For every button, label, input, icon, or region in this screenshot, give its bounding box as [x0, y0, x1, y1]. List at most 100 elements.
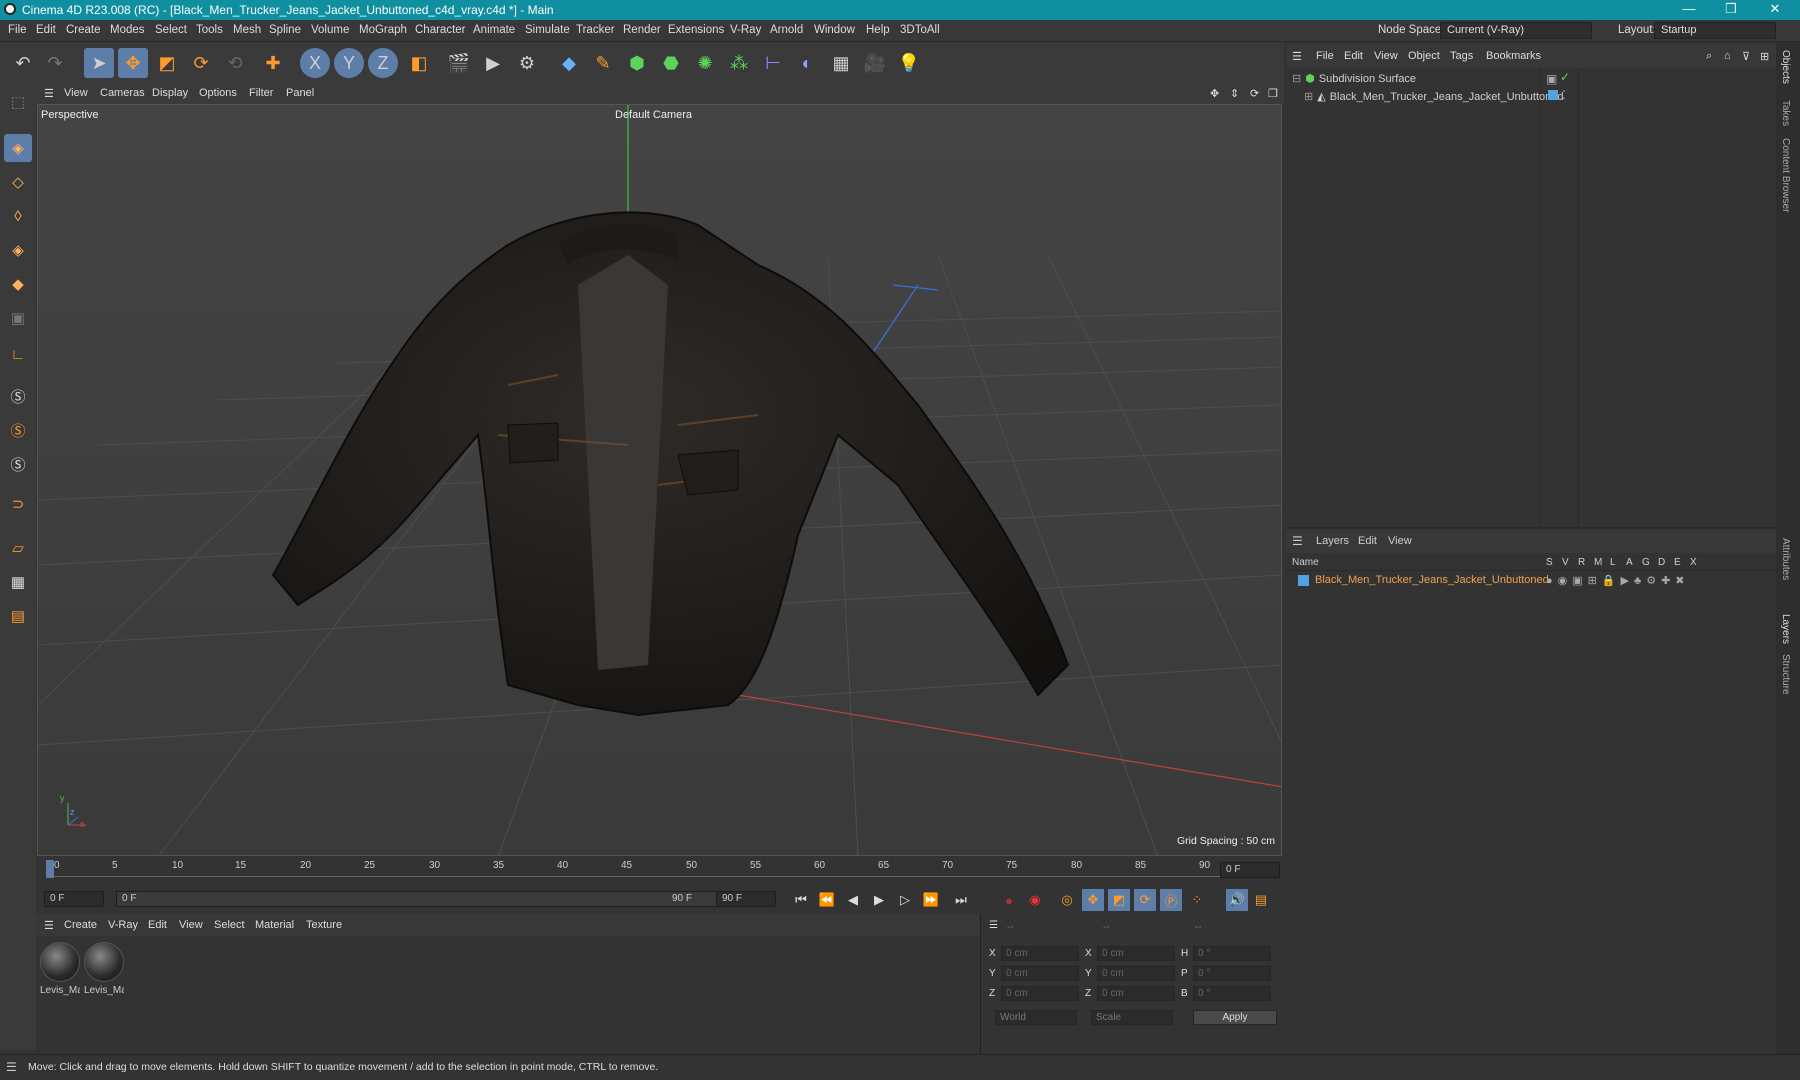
menu-vray[interactable]: V-Ray [730, 24, 761, 36]
menu-arnold[interactable]: Arnold [770, 24, 803, 36]
mat-menu-texture[interactable]: Texture [306, 919, 342, 931]
key-param-icon[interactable]: Ⓟ [1160, 889, 1182, 911]
make-editable-icon[interactable]: ⬚ [4, 88, 32, 116]
mat-menu-vray[interactable]: V-Ray [108, 919, 138, 931]
prev-key-icon[interactable]: ⏪ [816, 889, 838, 911]
layer-hamburger-icon[interactable]: ☰ [1292, 534, 1303, 548]
render-settings-icon[interactable]: ⚙ [512, 48, 542, 78]
uv-mode-icon[interactable]: ▣ [4, 304, 32, 332]
menu-tools[interactable]: Tools [196, 24, 223, 36]
edges-mode-icon[interactable]: ◈ [4, 236, 32, 264]
move-icon[interactable]: ✥ [118, 48, 148, 78]
camera-icon[interactable]: 🎥 [860, 48, 890, 78]
vp-menu-filter[interactable]: Filter [249, 87, 273, 99]
obj-menu-bookmarks[interactable]: Bookmarks [1486, 50, 1541, 62]
cube-icon[interactable]: ◆ [554, 48, 584, 78]
coordinate-system-icon[interactable]: ◧ [404, 48, 434, 78]
new-panel-icon[interactable]: ⊞ [1760, 50, 1769, 63]
object-row[interactable]: ⊞ ◭ Black_Men_Trucker_Jeans_Jacket_Unbut… [1304, 90, 1563, 104]
go-start-icon[interactable]: ⏮ [790, 889, 812, 911]
material-swatch[interactable]: Levis_Ma [40, 942, 80, 996]
size-z-field[interactable]: 0 cm [1097, 986, 1175, 1001]
camera-label[interactable]: Default Camera [615, 109, 692, 121]
points-mode-icon[interactable]: ◊ [4, 202, 32, 230]
obj-menu-file[interactable]: File [1316, 50, 1334, 62]
rotation-p-field[interactable]: 0 ° [1193, 966, 1271, 981]
menu-select[interactable]: Select [155, 24, 187, 36]
menu-edit[interactable]: Edit [36, 24, 56, 36]
add-icon[interactable]: ✚ [258, 48, 288, 78]
record-icon[interactable]: ● [998, 889, 1020, 911]
undo-icon[interactable]: ↶ [8, 48, 38, 78]
range-slider[interactable]: 0 F [116, 891, 738, 907]
vp-menu-display[interactable]: Display [152, 87, 188, 99]
array-icon[interactable]: ⁂ [724, 48, 754, 78]
mograph-cloner-icon[interactable]: ✺ [690, 48, 720, 78]
object-row[interactable]: ⊟ ⬢ Subdivision Surface [1292, 72, 1416, 86]
sound-icon[interactable]: 🔊 [1226, 889, 1248, 911]
perspective-viewport[interactable]: Perspective Default Camera Grid Spacing … [37, 104, 1282, 856]
key-rotation-icon[interactable]: ⟳ [1134, 889, 1156, 911]
coord-size-mode-select[interactable]: Scale [1091, 1010, 1173, 1025]
vp-dolly-icon[interactable]: ⇕ [1230, 87, 1239, 100]
key-pla-icon[interactable]: ⁘ [1186, 889, 1208, 911]
field-icon[interactable]: ◐ [792, 48, 822, 78]
auto-key-icon[interactable]: ◉ [1024, 889, 1046, 911]
layer-toggle-icons[interactable]: ●◉▣⊞🔒▶♣⚙✚✖ [1546, 574, 1690, 587]
timeline-ruler[interactable]: 0 5 10 15 20 25 30 35 40 45 50 55 60 65 … [36, 856, 1284, 884]
layout-select[interactable]: Startup [1654, 22, 1776, 39]
layer-row[interactable]: Black_Men_Trucker_Jeans_Jacket_Unbuttone… [1298, 574, 1549, 586]
texture-mode-icon[interactable]: ◇ [4, 168, 32, 196]
tab-content-browser[interactable]: Content Browser [1780, 138, 1791, 212]
menu-animate[interactable]: Animate [473, 24, 515, 36]
key-position-icon[interactable]: ✥ [1082, 889, 1104, 911]
magnet-icon[interactable]: ⊃ [4, 490, 32, 518]
editor-visibility-icon[interactable]: ▣ [1546, 72, 1557, 86]
menu-volume[interactable]: Volume [311, 24, 349, 36]
node-space-select[interactable]: Current (V-Ray) [1440, 22, 1592, 39]
visibility-dots-icon[interactable]: ⁚ [1562, 88, 1566, 102]
layer-menu-view[interactable]: View [1388, 535, 1412, 547]
rotation-b-field[interactable]: 0 ° [1193, 986, 1271, 1001]
obj-menu-view[interactable]: View [1374, 50, 1398, 62]
filter-icon[interactable]: ⊽ [1742, 50, 1750, 63]
mat-menu-select[interactable]: Select [214, 919, 245, 931]
position-y-field[interactable]: 0 cm [1001, 966, 1079, 981]
current-frame-field[interactable]: 0 F [1220, 862, 1280, 878]
layer-menu-edit[interactable]: Edit [1358, 535, 1377, 547]
menu-mograph[interactable]: MoGraph [359, 24, 407, 36]
object-hamburger-icon[interactable]: ☰ [1292, 50, 1302, 63]
tab-attributes[interactable]: Attributes [1780, 538, 1791, 580]
restore-button[interactable]: ❐ [1708, 1, 1754, 17]
grid-icon[interactable]: ▦ [4, 568, 32, 596]
deformer-icon[interactable]: ⊢ [758, 48, 788, 78]
mat-menu-view[interactable]: View [179, 919, 203, 931]
viewport-hamburger-icon[interactable]: ☰ [44, 87, 54, 100]
vp-move-icon[interactable]: ✥ [1210, 87, 1219, 100]
next-key-icon[interactable]: ⏩ [920, 889, 942, 911]
menu-character[interactable]: Character [415, 24, 466, 36]
snap-icon[interactable]: Ⓢ [4, 382, 32, 410]
menu-simulate[interactable]: Simulate [525, 24, 570, 36]
rotation-h-field[interactable]: 0 ° [1193, 946, 1271, 961]
coord-mode-select[interactable]: World [995, 1010, 1077, 1025]
menu-extensions[interactable]: Extensions [668, 24, 724, 36]
vp-menu-view[interactable]: View [64, 87, 88, 99]
key-selection-icon[interactable]: ◎ [1056, 889, 1078, 911]
menu-tracker[interactable]: Tracker [576, 24, 615, 36]
snap-workplane-icon[interactable]: Ⓢ [4, 450, 32, 478]
layer-color-swatch[interactable] [1298, 574, 1309, 586]
obj-menu-tags[interactable]: Tags [1450, 50, 1473, 62]
menu-mesh[interactable]: Mesh [233, 24, 261, 36]
menu-help[interactable]: Help [866, 24, 890, 36]
axis-mode-icon[interactable]: ∟ [4, 340, 32, 368]
tab-objects[interactable]: Objects [1780, 50, 1791, 84]
material-hamburger-icon[interactable]: ☰ [44, 919, 54, 932]
extrude-icon[interactable]: ⬣ [656, 48, 686, 78]
z-axis-icon[interactable]: Z [368, 48, 398, 78]
mat-menu-edit[interactable]: Edit [148, 919, 167, 931]
vp-menu-cameras[interactable]: Cameras [100, 87, 145, 99]
menu-3dtoall[interactable]: 3DToAll [900, 24, 940, 36]
scale-icon[interactable]: ◩ [152, 48, 182, 78]
locked-workplane-icon[interactable]: ▤ [4, 602, 32, 630]
